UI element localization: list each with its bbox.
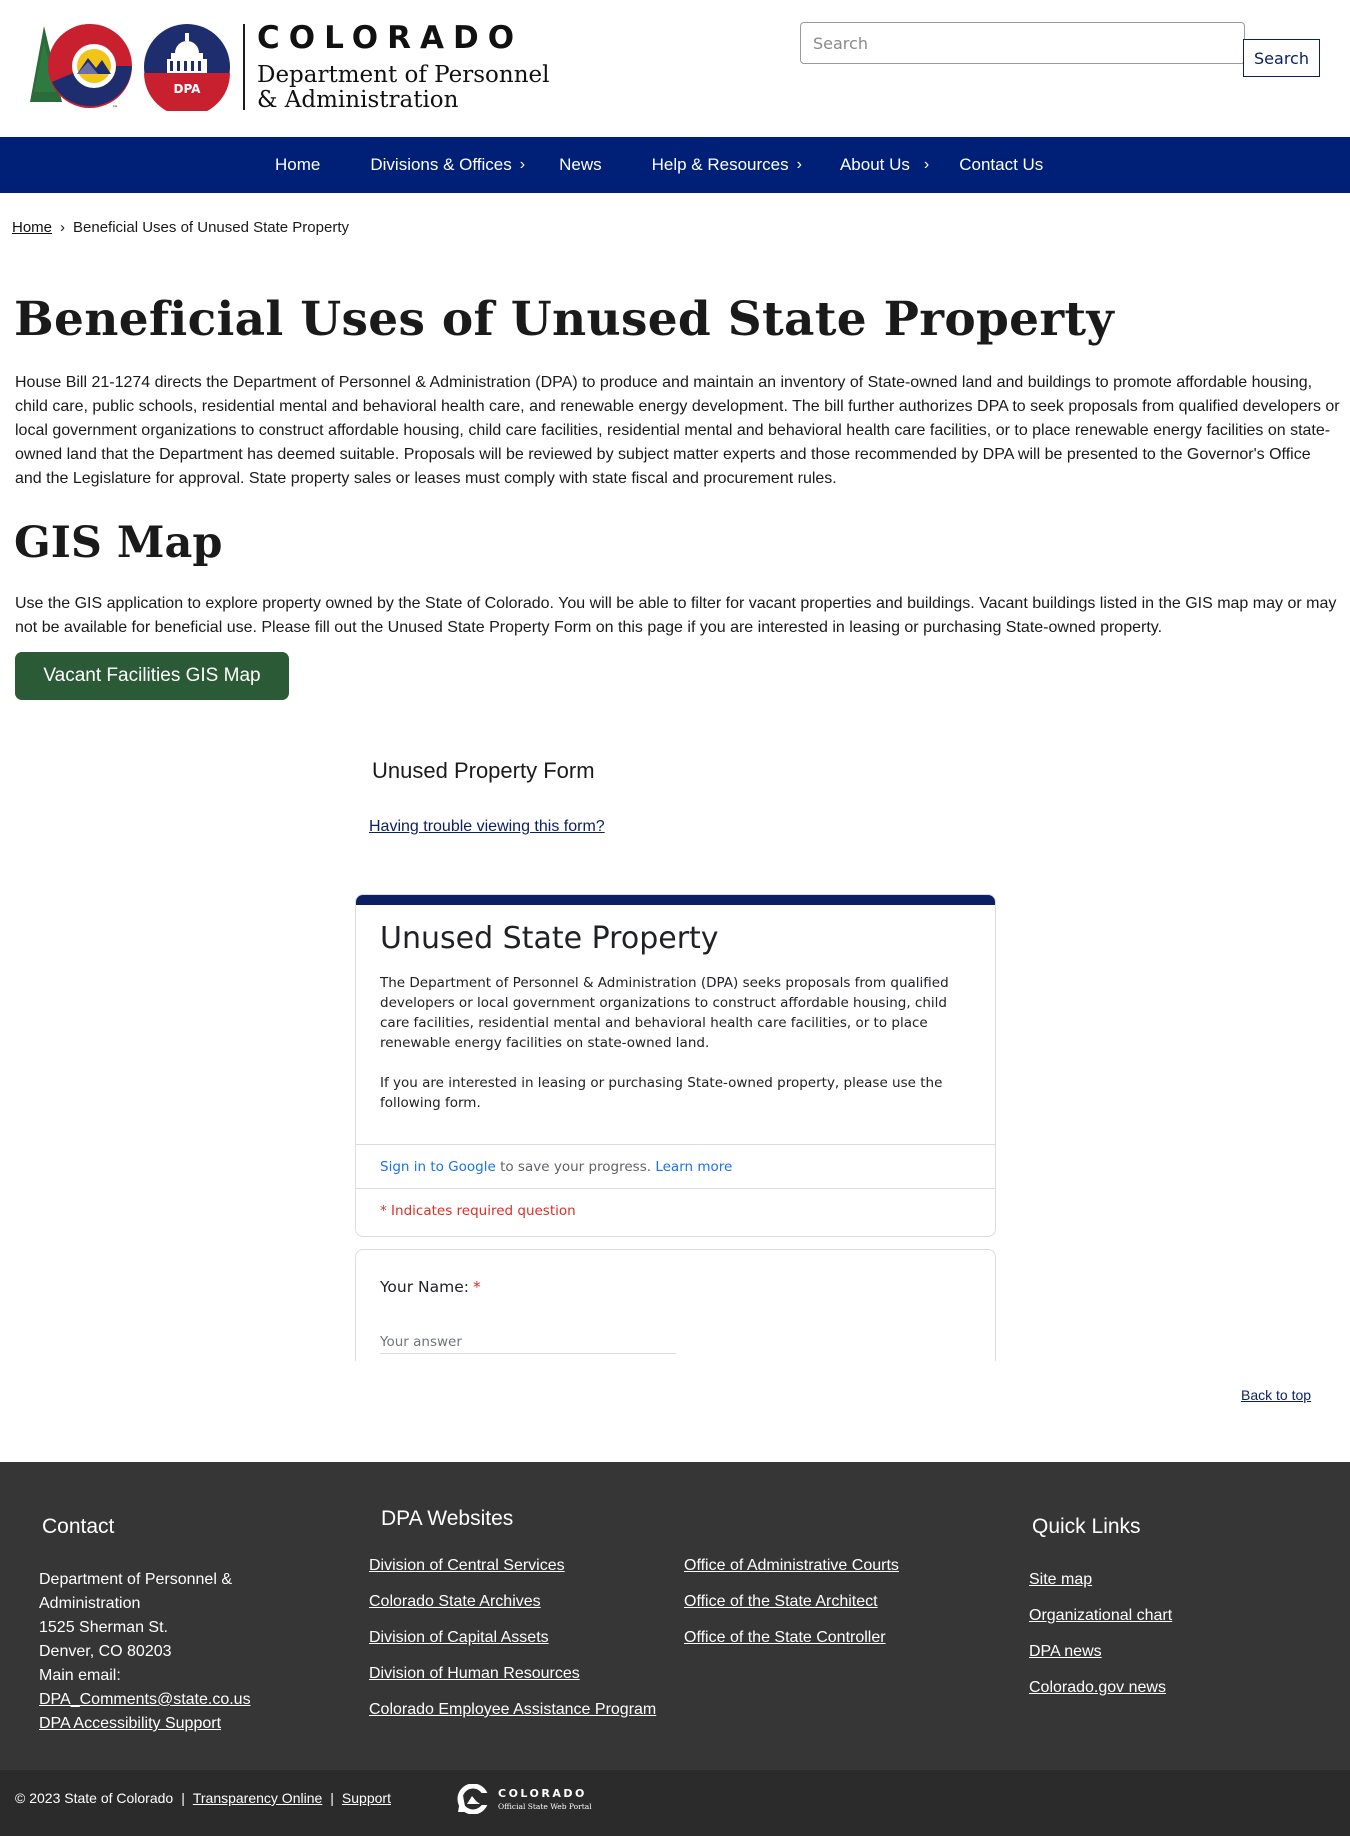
- bottom-bar: © 2023 State of Colorado | Transparency …: [0, 1770, 1350, 1836]
- question-text: Your Name:: [380, 1278, 469, 1296]
- main-nav: Home Divisions & Offices › News Help & R…: [0, 137, 1350, 193]
- page-title: Beneficial Uses of Unused State Property: [14, 292, 1115, 347]
- footer-website-link[interactable]: Office of the State Controller: [684, 1620, 899, 1656]
- chevron-right-icon[interactable]: ›: [797, 156, 802, 174]
- breadcrumb-home-link[interactable]: Home: [12, 219, 52, 236]
- portal-logo-text: COLORADO Official State Web Portal: [498, 1787, 592, 1811]
- logo-colorado-wordmark: COLORADO: [257, 20, 524, 56]
- contact-line: Department of Personnel &: [39, 1571, 232, 1588]
- site-logo[interactable]: ™ DPA COLORADO Department of Personnel &…: [28, 20, 549, 114]
- chevron-right-icon[interactable]: ›: [924, 156, 929, 174]
- nav-label: Home: [275, 155, 321, 174]
- learn-more-link[interactable]: Learn more: [655, 1159, 732, 1175]
- logo-dept-line2: & Administration: [257, 87, 459, 113]
- contact-email-link[interactable]: DPA_Comments@state.co.us: [39, 1688, 251, 1712]
- contact-line: Main email:: [39, 1667, 121, 1684]
- portal-logo-line2: Official State Web Portal: [498, 1802, 592, 1811]
- quick-link-dpa-news[interactable]: DPA news: [1029, 1634, 1172, 1670]
- form-description-p2: If you are interested in leasing or purc…: [380, 1075, 943, 1111]
- form-divider: [356, 1188, 995, 1189]
- footer-website-link[interactable]: Division of Human Resources: [369, 1656, 656, 1692]
- contact-line: 1525 Sherman St.: [39, 1619, 168, 1636]
- required-question-note: * Indicates required question: [380, 1203, 576, 1219]
- intro-paragraph: House Bill 21-1274 directs the Departmen…: [15, 374, 1340, 487]
- nav-label: Contact Us: [959, 155, 1044, 174]
- form-question-card: Your Name: *: [355, 1249, 996, 1361]
- footer-contact-block: Department of Personnel & Administration…: [39, 1568, 251, 1736]
- colorado-c-logo-icon: [457, 1784, 492, 1814]
- colorado-portal-logo[interactable]: COLORADO Official State Web Portal: [454, 1784, 592, 1814]
- footer-contact-title: Contact: [42, 1515, 115, 1538]
- site-header: ™ DPA COLORADO Department of Personnel &…: [0, 0, 1350, 137]
- nav-item-divisions-offices[interactable]: Divisions & Offices ›: [370, 137, 525, 193]
- bottom-bar-text: © 2023 State of Colorado | Transparency …: [15, 1790, 391, 1806]
- footer-websites-title: DPA Websites: [381, 1507, 514, 1530]
- pipe-separator: |: [181, 1790, 185, 1806]
- colorado-logo-icon: ™: [30, 24, 132, 112]
- copyright: © 2023 State of Colorado: [15, 1790, 174, 1806]
- your-name-input[interactable]: [380, 1330, 676, 1354]
- svg-text:DPA: DPA: [174, 82, 202, 96]
- back-to-top-link[interactable]: Back to top: [1241, 1387, 1311, 1403]
- footer-websites-col1: Division of Central Services Colorado St…: [369, 1548, 656, 1728]
- breadcrumb-separator: ›: [60, 219, 66, 236]
- footer-website-link[interactable]: Colorado State Archives: [369, 1584, 656, 1620]
- nav-label: Help & Resources: [651, 155, 789, 174]
- contact-line: Administration: [39, 1595, 141, 1612]
- signin-text: to save your progress.: [495, 1159, 656, 1175]
- footer-quick-links-title: Quick Links: [1032, 1515, 1141, 1538]
- vacant-facilities-gis-map-button[interactable]: Vacant Facilities GIS Map: [15, 652, 289, 700]
- breadcrumb-current: Beneficial Uses of Unused State Property: [73, 219, 349, 236]
- logo-dept-line1: Department of Personnel: [257, 62, 550, 88]
- footer-website-link[interactable]: Colorado Employee Assistance Program: [369, 1692, 656, 1728]
- portal-logo-line1: COLORADO: [498, 1787, 587, 1800]
- search-input[interactable]: [800, 22, 1245, 64]
- pipe-separator: |: [330, 1790, 334, 1806]
- footer-website-link[interactable]: Office of the State Architect: [684, 1584, 899, 1620]
- site-footer: Contact Department of Personnel & Admini…: [0, 1462, 1350, 1770]
- gis-map-paragraph: Use the GIS application to explore prope…: [15, 595, 1337, 636]
- required-star: *: [472, 1278, 481, 1296]
- embedded-form-header-card: Unused State Property The Department of …: [355, 894, 996, 1237]
- transparency-online-link[interactable]: Transparency Online: [193, 1790, 322, 1806]
- question-label: Your Name: *: [380, 1278, 481, 1296]
- nav-item-contact-us[interactable]: Contact Us: [959, 137, 1043, 193]
- nav-item-about-us[interactable]: About Us ›: [840, 137, 929, 193]
- accessibility-support-link[interactable]: DPA Accessibility Support: [39, 1712, 251, 1736]
- chevron-right-icon[interactable]: ›: [520, 156, 525, 174]
- nav-label: Divisions & Offices: [370, 155, 512, 174]
- logo-divider: [243, 24, 245, 110]
- form-title: Unused State Property: [380, 921, 719, 956]
- footer-website-link[interactable]: Division of Central Services: [369, 1548, 656, 1584]
- form-description-p1: The Department of Personnel & Administra…: [380, 975, 949, 1051]
- nav-item-home[interactable]: Home: [275, 137, 320, 193]
- gis-map-heading: GIS Map: [14, 518, 223, 568]
- quick-link-site-map[interactable]: Site map: [1029, 1562, 1172, 1598]
- quick-link-colorado-gov-news[interactable]: Colorado.gov news: [1029, 1670, 1172, 1706]
- nav-item-news[interactable]: News: [559, 137, 602, 193]
- footer-quick-links: Site map Organizational chart DPA news C…: [1029, 1562, 1172, 1706]
- form-description: The Department of Personnel & Administra…: [380, 973, 970, 1113]
- footer-website-link[interactable]: Division of Capital Assets: [369, 1620, 656, 1656]
- search-button[interactable]: Search: [1243, 39, 1320, 77]
- support-link[interactable]: Support: [342, 1790, 391, 1806]
- form-signin-line: Sign in to Google to save your progress.…: [380, 1159, 732, 1175]
- footer-website-link[interactable]: Office of Administrative Courts: [684, 1548, 899, 1584]
- dpa-seal-icon: DPA: [144, 24, 230, 111]
- form-accent-bar: [356, 895, 995, 905]
- nav-label: News: [559, 155, 602, 174]
- quick-link-org-chart[interactable]: Organizational chart: [1029, 1598, 1172, 1634]
- form-divider: [356, 1144, 995, 1145]
- nav-label: About Us: [839, 155, 910, 174]
- sign-in-google-link[interactable]: Sign in to Google: [380, 1159, 496, 1175]
- form-heading: Unused Property Form: [372, 758, 595, 783]
- contact-line: Denver, CO 80203: [39, 1643, 172, 1660]
- footer-websites-col2: Office of Administrative Courts Office o…: [684, 1548, 899, 1656]
- trouble-viewing-form-link[interactable]: Having trouble viewing this form?: [369, 818, 605, 836]
- svg-text:™: ™: [112, 105, 118, 112]
- nav-item-help-resources[interactable]: Help & Resources ›: [652, 137, 802, 193]
- logo-text: COLORADO Department of Personnel & Admin…: [257, 21, 549, 113]
- breadcrumb: Home › Beneficial Uses of Unused State P…: [12, 219, 349, 236]
